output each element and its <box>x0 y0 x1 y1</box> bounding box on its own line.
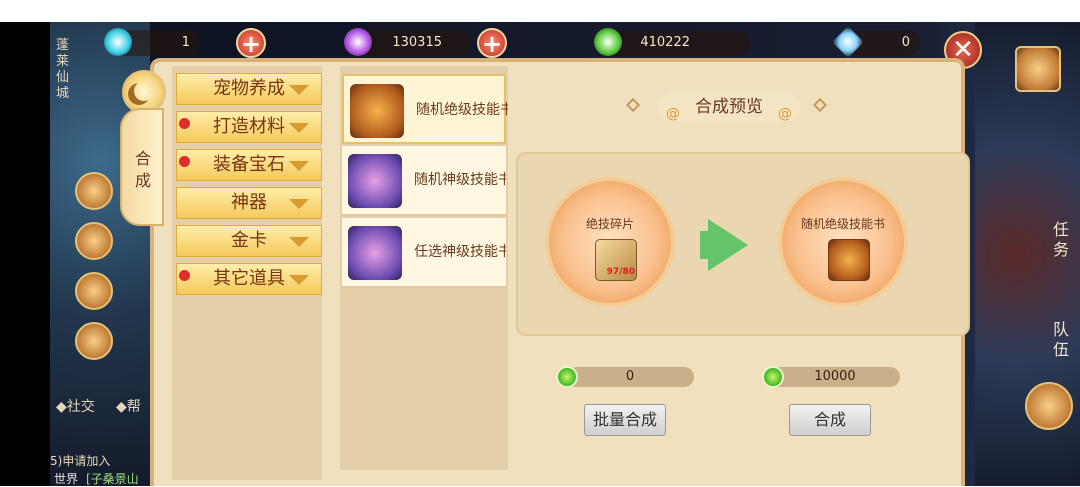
list-item[interactable]: 随机绝级技能书 <box>342 74 508 144</box>
limited-shop-button[interactable] <box>75 172 113 210</box>
category-forging-materials[interactable]: 打造材料 <box>176 111 322 143</box>
chevron-down-icon <box>289 199 309 209</box>
swirl-right-icon: @ <box>778 106 792 122</box>
chat-channel: 世界 <box>54 472 79 486</box>
category-label: 金卡 <box>231 230 267 251</box>
category-other-items[interactable]: 其它道具 <box>176 263 322 295</box>
source-material-count: 97/80 <box>606 267 635 277</box>
source-material-label: 绝技碎片 <box>585 217 634 231</box>
chevron-down-icon <box>289 123 309 133</box>
social-button[interactable]: ◆社交 <box>56 396 95 416</box>
social-label: 社交 <box>66 399 95 415</box>
item-name: 随机绝级技能书 <box>416 102 508 118</box>
tab-synthesis[interactable]: 合成 <box>120 108 164 226</box>
green-gem-icon <box>594 28 622 56</box>
green-coin-icon <box>762 366 784 388</box>
activity-button[interactable] <box>75 322 113 360</box>
batch-cost-value: 0 <box>625 369 635 384</box>
item-name: 任选神级技能书 <box>414 244 506 260</box>
category-label: 神器 <box>231 192 267 213</box>
right-scene: 任务 队伍 <box>975 22 1080 486</box>
help-icon: ◆ <box>116 399 127 415</box>
event-button[interactable] <box>75 222 113 260</box>
purple-chest-icon <box>348 226 402 280</box>
lucky-wheel-button[interactable] <box>75 272 113 310</box>
category-label: 打造材料 <box>213 116 285 137</box>
chat-join-line[interactable]: 5)申请加入 <box>50 452 110 469</box>
target-item-orb[interactable]: 随机绝级技能书 <box>778 177 908 307</box>
golden-chest-icon <box>350 84 404 138</box>
add-purple-button[interactable]: + <box>477 28 507 58</box>
diamond-icon <box>832 26 864 58</box>
resource-diamond-value: 0 <box>901 35 910 50</box>
resource-green: 410222 <box>594 28 750 56</box>
resource-purple-value: 130315 <box>392 35 442 50</box>
scene-signboard: 蓬莱仙城 <box>56 38 70 101</box>
category-pet-growth[interactable]: 宠物养成 <box>176 73 322 105</box>
category-gold-card[interactable]: 金卡 <box>176 225 322 257</box>
green-coin-icon <box>556 366 578 388</box>
help-button[interactable]: ◆帮 <box>116 396 141 416</box>
chevron-down-icon <box>289 275 309 285</box>
single-cost: 10000 <box>770 367 900 387</box>
list-item[interactable]: 任选神级技能书 <box>342 218 506 288</box>
red-dot-icon <box>179 156 190 167</box>
chevron-down-icon <box>289 237 309 247</box>
category-label: 宠物养成 <box>213 78 285 99</box>
task-tab[interactable]: 任务 <box>1051 220 1071 260</box>
chevron-down-icon <box>289 161 309 171</box>
item-name: 随机神级技能书 <box>414 172 506 188</box>
resource-green-value: 410222 <box>640 35 690 50</box>
category-label: 其它道具 <box>213 268 285 289</box>
single-cost-value: 10000 <box>814 369 856 384</box>
tab-synthesis-label: 合成 <box>134 149 151 190</box>
letterbox-left <box>0 22 50 486</box>
red-dot-icon <box>179 270 190 281</box>
target-item-label: 随机绝级技能书 <box>800 217 885 231</box>
batch-cost: 0 <box>566 367 694 387</box>
purple-chest-icon <box>348 154 402 208</box>
purple-gem-icon <box>344 28 372 56</box>
chevron-down-icon <box>289 85 309 95</box>
chat-message[interactable]: [子桑景山 <box>86 470 139 487</box>
category-label: 装备宝石 <box>213 154 285 175</box>
preview-title-text: 合成预览 <box>695 97 763 117</box>
help-label: 帮 <box>126 399 141 415</box>
red-dot-icon <box>179 118 190 129</box>
resource-cyan-value: 1 <box>181 35 190 50</box>
backpack-button[interactable] <box>1025 382 1073 430</box>
batch-synthesize-button[interactable]: 批量合成 <box>584 404 666 436</box>
add-cyan-button[interactable]: + <box>236 28 266 58</box>
arrow-right-icon <box>708 219 748 271</box>
team-tab[interactable]: 队伍 <box>1051 320 1071 360</box>
cyan-gem-icon <box>104 28 132 56</box>
resource-purple: 130315 <box>344 28 470 56</box>
resource-cyan: 1 <box>104 28 200 56</box>
category-artifact[interactable]: 神器 <box>176 187 322 219</box>
resource-bar: 1 + 130315 + 410222 0 <box>95 26 1025 58</box>
preview-title: @ 合成预览 @ <box>658 92 800 122</box>
golden-chest-icon <box>828 239 870 281</box>
source-material-orb[interactable]: 绝技碎片 97/80 <box>545 177 675 307</box>
list-item[interactable]: 随机神级技能书 <box>342 146 506 216</box>
synthesize-button[interactable]: 合成 <box>789 404 871 436</box>
social-icon: ◆ <box>56 399 67 415</box>
category-equipment-gems[interactable]: 装备宝石 <box>176 149 322 181</box>
swirl-left-icon: @ <box>666 106 680 122</box>
resource-diamond: 0 <box>832 26 920 58</box>
